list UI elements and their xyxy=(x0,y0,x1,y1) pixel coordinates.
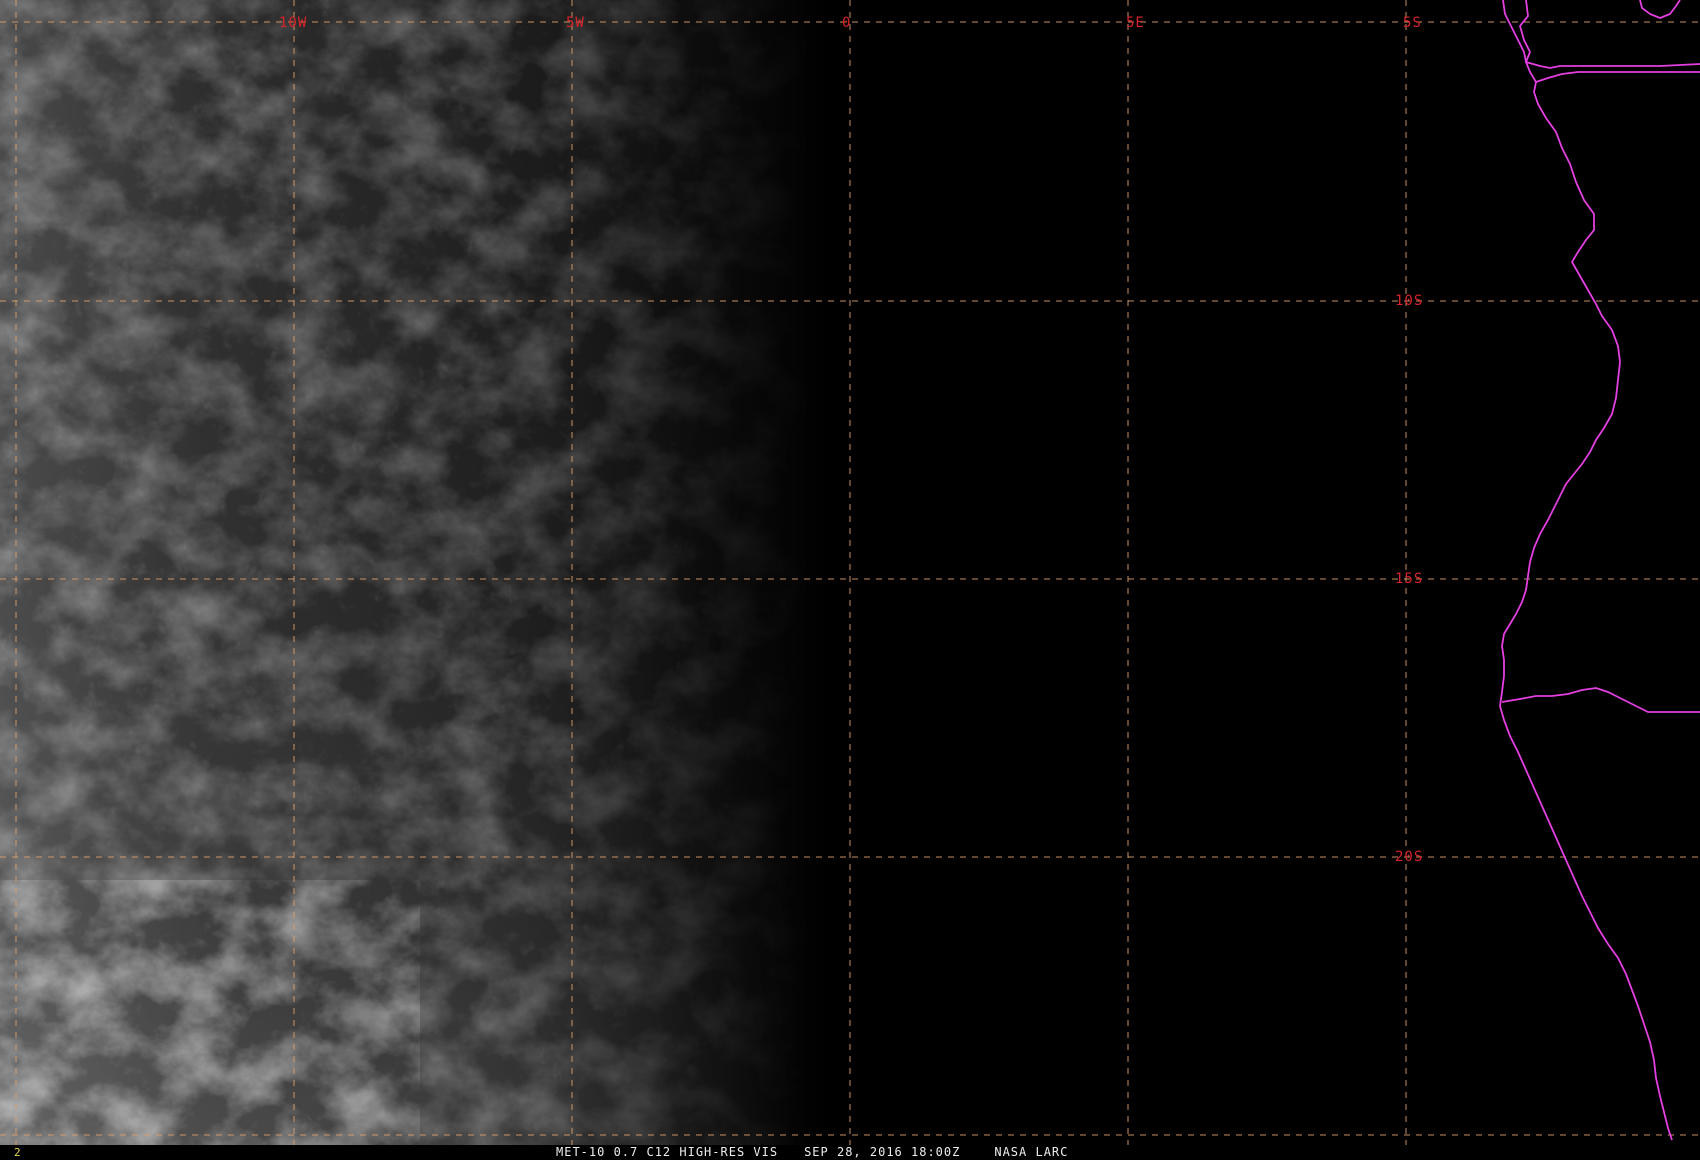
lon-label-5e: 5E xyxy=(1126,15,1145,31)
lat-label-5s: 5S xyxy=(1403,15,1422,31)
cloud-field-icon xyxy=(0,0,820,1145)
image-caption: MET-10 0.7 C12 HIGH-RES VIS SEP 28, 2016 … xyxy=(556,1145,1068,1159)
satellite-map-viewport[interactable]: 10W 5W 0 5E 5S 10S 15S 20S xyxy=(0,0,1700,1160)
lon-label-10w: 10W xyxy=(279,15,307,31)
satellite-channel-label: MET-10 0.7 C12 HIGH-RES VIS xyxy=(556,1145,779,1159)
lat-label-15s: 15S xyxy=(1395,571,1423,587)
satellite-image: 10W 5W 0 5E 5S 10S 15S 20S xyxy=(0,0,1700,1145)
lon-label-5w: 5W xyxy=(566,15,585,31)
date-time-label: SEP 28, 2016 18:00Z xyxy=(804,1145,961,1159)
lat-label-10s: 10S xyxy=(1395,293,1423,309)
lon-label-0: 0 xyxy=(842,15,851,31)
frame-number: 2 xyxy=(14,1146,21,1159)
source-label: NASA LARC xyxy=(994,1145,1069,1159)
lat-label-20s: 20S xyxy=(1395,849,1423,865)
